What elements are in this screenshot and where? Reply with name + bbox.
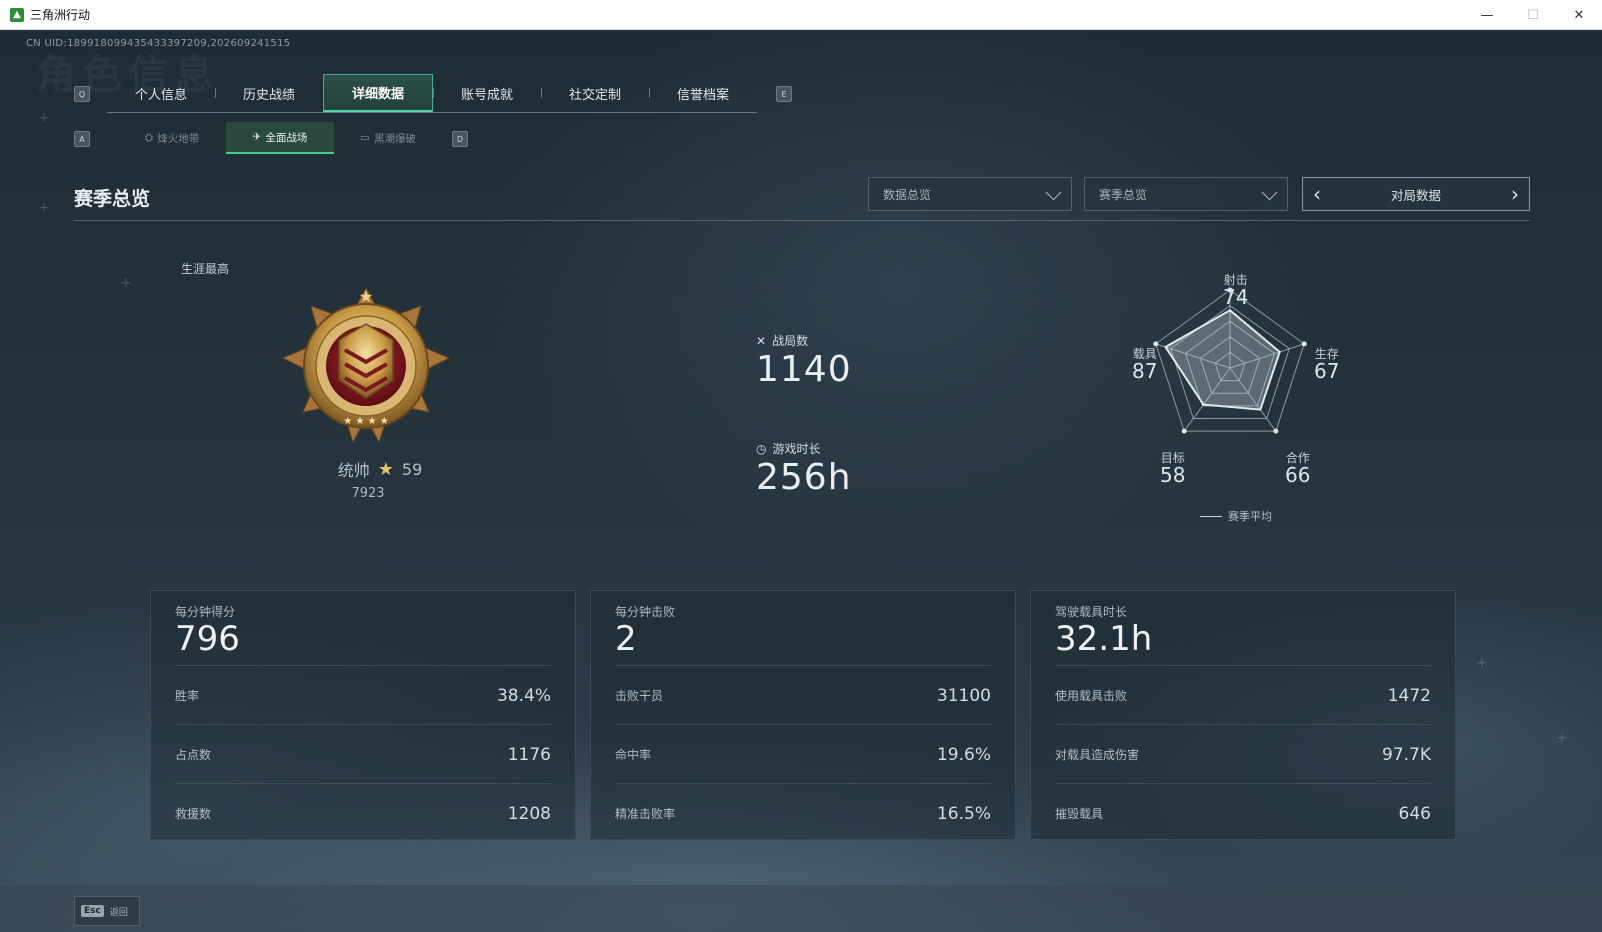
card-head-label: 每分钟击败 (615, 605, 676, 619)
key-hint-a[interactable]: A (74, 131, 90, 147)
svg-text:★ ★ ★ ★: ★ ★ ★ ★ (343, 416, 388, 427)
esc-key-icon: Esc (81, 905, 104, 917)
season-overview-select[interactable]: 赛季总览 (1084, 177, 1288, 211)
back-button[interactable]: Esc 返回 (74, 896, 140, 926)
mode-subtabs: ⛭ 烽火地带 ✈ 全面战场 ▭ 黑潮爆破 (118, 122, 442, 154)
footer-bar (0, 885, 1602, 932)
back-label: 返回 (109, 907, 128, 918)
pager-label: 对局数据 (1390, 187, 1441, 203)
match-data-pager: ‹ 对局数据 › (1302, 177, 1530, 211)
chevron-down-icon (1045, 184, 1062, 201)
card-head-value: 796 (175, 619, 240, 659)
section-divider (74, 220, 1530, 221)
card-row: 救援数 1208 (175, 783, 551, 843)
subtab-label: 烽火地带 (157, 132, 200, 145)
chevron-right-icon[interactable]: › (1501, 178, 1529, 209)
career-highest-label: 生涯最高 (181, 262, 230, 276)
card-row: 占点数 1176 (175, 724, 551, 784)
subtab-full-battlefield[interactable]: ✈ 全面战场 (226, 122, 334, 154)
rank-stars: 59 (401, 459, 423, 479)
star-icon: ★ (377, 458, 394, 480)
card-row: 胜率 38.4% (175, 665, 551, 725)
legend-line (1200, 515, 1222, 517)
close-button[interactable]: ✕ (1556, 0, 1602, 30)
radar-axis-dot (1153, 341, 1159, 347)
card-head-value: 2 (615, 619, 637, 659)
select-value: 赛季总览 (1099, 187, 1148, 202)
card-head-label: 驾驶载具时长 (1055, 605, 1128, 619)
legend-label: 赛季平均 (1228, 510, 1272, 523)
subtab-label: 黑潮爆破 (373, 132, 416, 145)
card-row: 对载具造成伤害 97.7K (1055, 724, 1431, 784)
matches-stat: ✕ 战局数 1140 (756, 332, 852, 391)
tab-match-history[interactable]: 历史战绩 (215, 74, 323, 112)
card-row: 摧毁载具 646 (1055, 783, 1431, 843)
rank-medal-icon: ★ ★ ★ ★ ★ (281, 286, 451, 444)
player-uid: CN UID:189918099435433397209,20260924151… (26, 38, 291, 49)
tab-personal-info[interactable]: 个人信息 (107, 74, 215, 112)
radar-label-survival: 生存 67 (1314, 347, 1340, 383)
rank-score: 7923 (351, 486, 385, 501)
crosshair-decoration-icon: + (38, 110, 50, 126)
radar-label-objective: 目标 58 (1160, 451, 1186, 487)
card-head-value: 32.1h (1055, 619, 1153, 659)
blackout-icon: ▭ (360, 132, 370, 144)
fire-zone-icon: ⛭ (144, 131, 154, 144)
subtab-blackout[interactable]: ▭ 黑潮爆破 (334, 122, 442, 154)
main-tabs: 个人信息 历史战绩 详细数据 账号成就 社交定制 信誉档案 (107, 74, 757, 113)
radar-axis-dot (1301, 341, 1307, 347)
card-row: 击败干员 31100 (615, 665, 991, 725)
maximize-button[interactable]: ☐ (1510, 0, 1556, 30)
select-value: 数据总览 (883, 187, 932, 202)
clock-icon: ◷ (756, 441, 767, 456)
stat-card-score: 每分钟得分 796 胜率 38.4% 占点数 1176 救援数 1208 (150, 590, 576, 840)
data-overview-select[interactable]: 数据总览 (868, 177, 1072, 211)
tab-credit-record[interactable]: 信誉档案 (649, 74, 757, 112)
subtab-fire-zone[interactable]: ⛭ 烽火地带 (118, 122, 226, 154)
radar-label-vehicle: 载具 87 (1132, 347, 1158, 383)
key-hint-d[interactable]: D (452, 131, 468, 147)
key-hint-q[interactable]: Q (74, 86, 90, 102)
crosshair-decoration-icon: + (1556, 730, 1568, 746)
radar-label-shooting: 射击 74 (1223, 273, 1249, 309)
matches-label: 战局数 (772, 334, 809, 348)
card-head-label: 每分钟得分 (175, 605, 236, 619)
tab-detailed-data[interactable]: 详细数据 (323, 74, 433, 112)
playtime-stat: ◷ 游戏时长 256h (756, 440, 852, 499)
stat-card-kills: 每分钟击败 2 击败干员 31100 命中率 19.6% 精准击败率 16.5% (590, 590, 1016, 840)
chevron-left-icon[interactable]: ‹ (1303, 178, 1331, 209)
section-title: 赛季总览 (74, 188, 151, 210)
rank-name: 统帅 (337, 461, 370, 480)
crosshair-decoration-icon: + (120, 275, 132, 291)
playtime-value: 256h (756, 457, 852, 498)
minimize-button[interactable]: — (1464, 0, 1510, 30)
radar-axis-dot (1181, 428, 1187, 434)
window-titlebar: ▲ 三角洲行动 — ☐ ✕ (0, 0, 1602, 30)
crossed-swords-icon: ✕ (756, 333, 767, 348)
subtab-label: 全面战场 (265, 131, 308, 144)
window-title: 三角洲行动 (30, 8, 91, 22)
matches-value: 1140 (756, 349, 852, 390)
radar-season-shape (1164, 309, 1281, 411)
chevron-down-icon (1261, 184, 1278, 201)
key-hint-e[interactable]: E (776, 86, 792, 102)
card-row: 精准击败率 16.5% (615, 783, 991, 843)
playtime-label: 游戏时长 (772, 442, 821, 456)
card-row: 使用载具击败 1472 (1055, 665, 1431, 725)
app-logo-icon: ▲ (10, 7, 24, 22)
crosshair-decoration-icon: + (1476, 655, 1488, 671)
tab-social-custom[interactable]: 社交定制 (541, 74, 649, 112)
game-stage: 角色信息 CN UID:189918099435433397209,202609… (0, 30, 1602, 932)
radar-label-teamwork: 合作 66 (1285, 451, 1311, 487)
tab-achievements[interactable]: 账号成就 (433, 74, 541, 112)
career-rank: 统帅 ★ 59 (320, 457, 440, 481)
stat-card-vehicle: 驾驶载具时长 32.1h 使用载具击败 1472 对载具造成伤害 97.7K 摧毁载… (1030, 590, 1456, 840)
card-row: 命中率 19.6% (615, 724, 991, 784)
svg-text:★: ★ (359, 287, 373, 306)
radar-axis-dot (1273, 428, 1279, 434)
crosshair-decoration-icon: + (38, 200, 50, 216)
full-battlefield-icon: ✈ (252, 131, 262, 143)
radar-legend: 赛季平均 (1200, 508, 1272, 524)
